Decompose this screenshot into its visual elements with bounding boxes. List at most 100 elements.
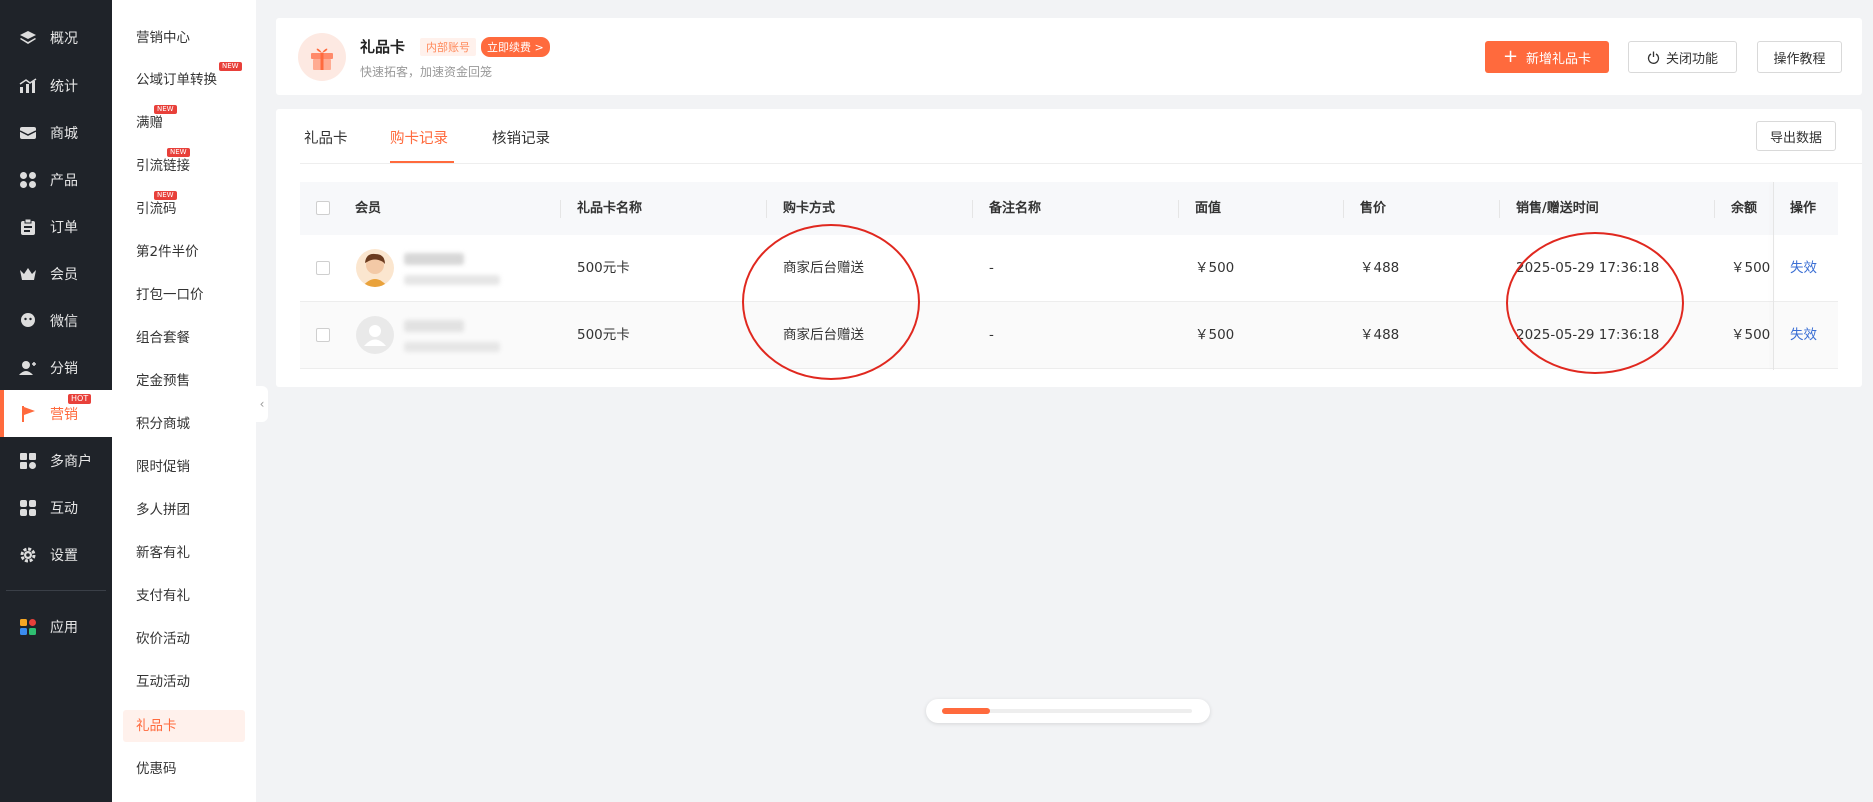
tab-gift-card[interactable]: 礼品卡 (304, 127, 348, 148)
tab-divider (300, 163, 1862, 164)
nav-item-wechat[interactable]: 微信 (0, 297, 112, 344)
avatar (356, 316, 394, 354)
crown-icon (18, 264, 38, 284)
submenu-label: 组合套餐 (136, 330, 190, 346)
new-badge: NEW (154, 105, 177, 114)
submenu-item-traffic-link[interactable]: 引流链接 NEW (123, 148, 245, 182)
flag-icon (18, 404, 38, 424)
submenu-item-traffic-code[interactable]: 引流码 NEW (123, 191, 245, 225)
column-divider (972, 200, 973, 218)
disable-feature-label: 关闭功能 (1665, 51, 1718, 67)
nav-item-label: 会员 (50, 266, 78, 283)
nav-item-label: 概况 (50, 30, 78, 47)
tab-purchase-records[interactable]: 购卡记录 (390, 127, 448, 148)
member-name-blurred (404, 320, 464, 332)
submenu-item-gift-with-purchase[interactable]: 满赠 NEW (123, 105, 245, 139)
nav-item-member[interactable]: 会员 (0, 250, 112, 297)
nav-item-label: 微信 (50, 313, 78, 330)
add-gift-card-button[interactable]: + 新增礼品卡 (1485, 41, 1609, 73)
submenu-item-combo[interactable]: 组合套餐 (123, 322, 245, 354)
column-divider (560, 200, 561, 218)
marketing-submenu: 营销中心 公域订单转换 NEW 满赠 NEW 引流链接 NEW 引流码 NEW 第2件半… (112, 0, 256, 802)
nav-item-label: 营销 (50, 406, 78, 423)
column-header: 面值 (1195, 201, 1222, 216)
chevron-left-icon: ‹ (259, 397, 265, 411)
submenu-label: 第2件半价 (136, 244, 199, 260)
invalidate-link[interactable]: 失效 (1790, 302, 1817, 369)
nav-item-overview[interactable]: 概况 (0, 14, 112, 61)
avatar (356, 249, 394, 287)
gift-card-header: 礼品卡 内部账号 立即续费 > 快速拓客，加速资金回笼 + 新增礼品卡 关闭功能… (276, 18, 1862, 95)
nav-item-apps[interactable]: 应用 (0, 603, 112, 650)
store-icon (18, 451, 38, 471)
row-checkbox[interactable] (316, 328, 330, 342)
row-checkbox[interactable] (316, 261, 330, 275)
nav-item-label: 分销 (50, 360, 78, 377)
column-divider (1499, 200, 1500, 218)
invalidate-link[interactable]: 失效 (1790, 235, 1817, 302)
submenu-item-public-order[interactable]: 公域订单转换 NEW (123, 62, 245, 96)
tab-redemption-records[interactable]: 核销记录 (492, 127, 550, 148)
tutorial-button[interactable]: 操作教程 (1757, 41, 1842, 73)
gear-icon (18, 545, 38, 565)
main-nav: 概况 统计 商城 产品 订单 会员 微信 分销 营销 HOT 多商户 互动 设置… (0, 0, 112, 802)
column-divider (1343, 200, 1344, 218)
submenu-item-deposit-presale[interactable]: 定金预售 (123, 365, 245, 397)
submenu-item-second-half-price[interactable]: 第2件半价 (123, 236, 245, 268)
column-header: 余额 (1731, 201, 1758, 216)
nav-item-label: 应用 (50, 619, 78, 636)
gift-icon (298, 33, 346, 81)
submenu-item-interactive-activity[interactable]: 互动活动 (123, 666, 245, 698)
submenu-label: 砍价活动 (136, 631, 190, 647)
select-all-checkbox[interactable] (316, 201, 330, 215)
nav-item-statistics[interactable]: 统计 (0, 62, 112, 109)
submenu-item-group-buy[interactable]: 多人拼团 (123, 494, 245, 526)
submenu-label: 多人拼团 (136, 502, 190, 518)
disable-feature-button[interactable]: 关闭功能 (1628, 41, 1737, 73)
column-divider (1714, 200, 1715, 218)
submenu-item-flash-sale[interactable]: 限时促销 (123, 451, 245, 483)
nav-item-marketing[interactable]: 营销 HOT (0, 390, 112, 437)
annotation-circle-method (742, 224, 920, 380)
card-name-cell: 500元卡 (577, 260, 630, 276)
nav-item-distribution[interactable]: 分销 (0, 344, 112, 391)
renew-now-button[interactable]: 立即续费 > (481, 37, 550, 57)
nav-item-label: 设置 (50, 547, 78, 564)
page-title: 礼品卡 (360, 38, 406, 56)
price-cell: ￥488 (1360, 260, 1400, 276)
submenu-item-gift-card[interactable]: 礼品卡 (123, 710, 245, 742)
scrollbar-thumb[interactable] (942, 708, 990, 714)
submenu-label: 新客有礼 (136, 545, 190, 561)
price-cell: ￥488 (1360, 327, 1400, 343)
balance-cell: ￥500 (1731, 327, 1771, 343)
column-header: 备注名称 (989, 201, 1042, 216)
submenu-item-coupon-code[interactable]: 优惠码 (123, 753, 245, 785)
column-header: 售价 (1360, 201, 1387, 216)
nav-item-interaction[interactable]: 互动 (0, 484, 112, 531)
export-data-button[interactable]: 导出数据 (1756, 121, 1836, 151)
member-phone-blurred (404, 275, 500, 285)
submenu-label: 积分商城 (136, 416, 190, 432)
submenu-label: 营销中心 (136, 30, 190, 46)
nav-item-label: 互动 (50, 500, 78, 517)
nav-item-order[interactable]: 订单 (0, 203, 112, 250)
nav-item-multi-merchant[interactable]: 多商户 (0, 437, 112, 484)
submenu-item-marketing-center[interactable]: 营销中心 (123, 22, 245, 54)
nav-item-product[interactable]: 产品 (0, 156, 112, 203)
submenu-item-new-customer-gift[interactable]: 新客有礼 (123, 537, 245, 569)
chat-icon (18, 311, 38, 331)
apps-icon (18, 617, 38, 637)
plus-icon: + (1502, 46, 1519, 67)
submenu-item-points-mall[interactable]: 积分商城 (123, 408, 245, 440)
member-name-blurred (404, 253, 464, 265)
submenu-item-bargain[interactable]: 砍价活动 (123, 623, 245, 655)
nav-item-label: 多商户 (50, 453, 92, 470)
nav-item-settings[interactable]: 设置 (0, 531, 112, 578)
collapse-submenu-button[interactable]: ‹ (256, 386, 268, 422)
clipboard-icon (18, 217, 38, 237)
nav-item-mall[interactable]: 商城 (0, 109, 112, 156)
submenu-item-bundle-price[interactable]: 打包一口价 (123, 279, 245, 311)
face-value-cell: ￥500 (1195, 260, 1235, 276)
horizontal-scrollbar[interactable] (926, 699, 1210, 723)
submenu-item-payment-gift[interactable]: 支付有礼 (123, 580, 245, 612)
